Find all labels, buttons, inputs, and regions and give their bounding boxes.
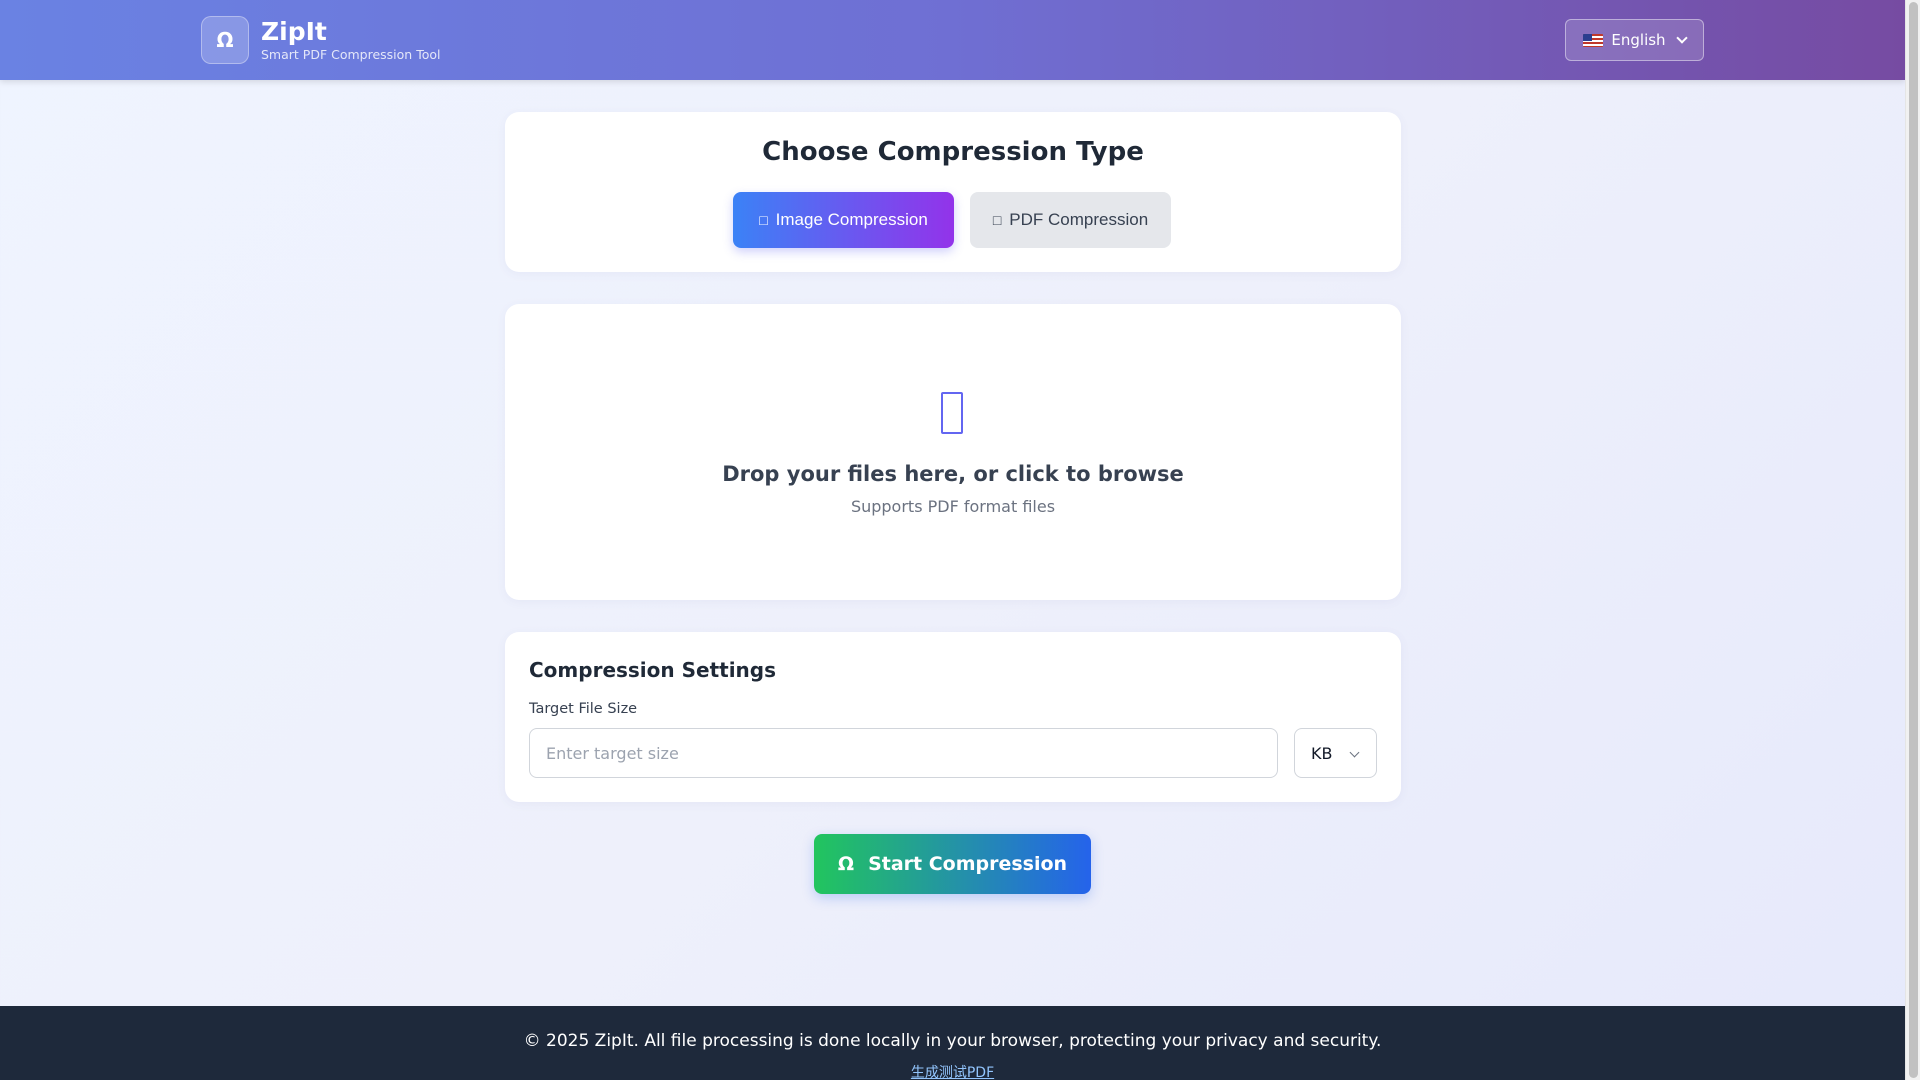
footer-text: © 2025 ZipIt. All file processing is don… [523, 1031, 1382, 1051]
dropzone-title: Drop your files here, or click to browse [722, 462, 1184, 486]
compression-type-title: Choose Compression Type [762, 137, 1144, 167]
target-size-input[interactable] [529, 728, 1278, 778]
chevron-down-icon [1675, 32, 1688, 44]
dropzone-subtitle: Supports PDF format files [850, 497, 1056, 516]
rocket-icon: Ω [837, 853, 855, 875]
app-header: Ω ZipIt Smart PDF Compression Tool Engli… [0, 0, 1905, 80]
vertical-scrollbar[interactable] [1905, 0, 1920, 1080]
pdf-compression-button[interactable]: □ PDF Compression [970, 192, 1171, 248]
us-flag-icon [1583, 33, 1604, 47]
unit-select[interactable]: KB [1294, 728, 1377, 778]
target-size-label: Target File Size [529, 701, 638, 717]
settings-title: Compression Settings [529, 658, 777, 682]
app-title: ZipIt [261, 17, 327, 46]
image-compression-label: Image Compression [775, 210, 928, 229]
compression-settings-card: Compression Settings Target File Size KB [505, 632, 1401, 802]
footer-link-wrap: 生成测试PDF [0, 1062, 1905, 1080]
app-subtitle: Smart PDF Compression Tool [261, 47, 441, 62]
brand[interactable]: Ω ZipIt Smart PDF Compression Tool [201, 16, 440, 64]
chevron-down-icon [1349, 747, 1360, 758]
unit-value: KB [1311, 743, 1333, 763]
start-compression-button[interactable]: Ω Start Compression [814, 834, 1091, 894]
pdf-compression-label: PDF Compression [1009, 210, 1149, 229]
pdf-icon: □ [992, 212, 1002, 228]
logo-icon: Ω [201, 16, 249, 64]
footer: © 2025 ZipIt. All file processing is don… [0, 1006, 1905, 1080]
upload-icon [941, 392, 963, 434]
compression-type-card: Choose Compression Type □ Image Compress… [505, 112, 1401, 272]
file-dropzone[interactable]: Drop your files here, or click to browse… [505, 304, 1401, 600]
language-selector[interactable]: English [1565, 19, 1704, 61]
generate-test-pdf-link[interactable]: 生成测试PDF [911, 1065, 994, 1080]
image-compression-button[interactable]: □ Image Compression [733, 192, 954, 248]
start-compression-label: Start Compression [868, 853, 1068, 875]
scrollbar-thumb[interactable] [1909, 2, 1918, 1078]
language-label: English [1611, 31, 1666, 49]
brand-text: ZipIt Smart PDF Compression Tool [261, 17, 440, 63]
image-icon: □ [759, 212, 768, 228]
